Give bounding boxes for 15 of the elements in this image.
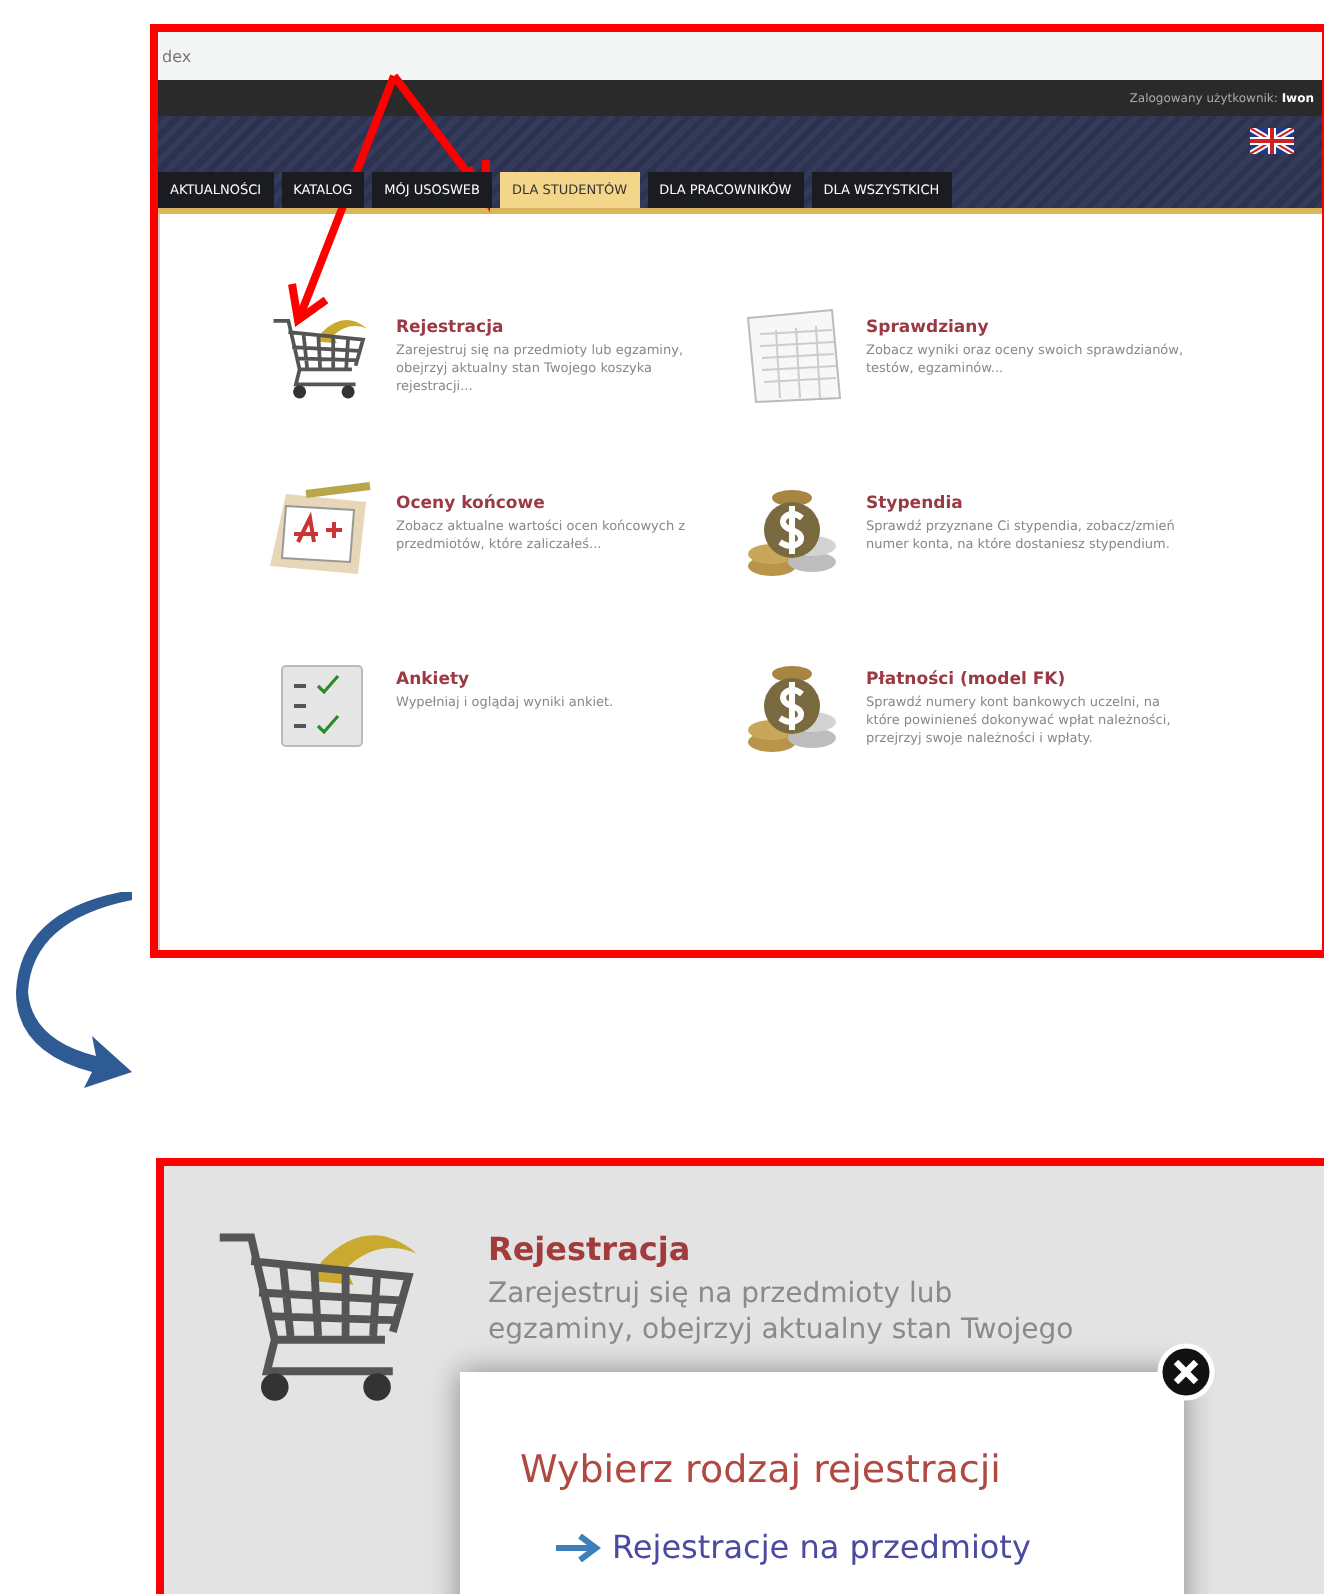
registration-link[interactable]: Rejestracje na przedmioty: [556, 1528, 1184, 1566]
address-bar[interactable]: dex: [158, 32, 1322, 80]
close-icon[interactable]: [1156, 1342, 1216, 1402]
tile-title-link[interactable]: Sprawdziany: [866, 318, 1186, 338]
flag-icon[interactable]: [1250, 128, 1294, 154]
dialog-title: Wybierz rodzaj rejestracji: [520, 1448, 1003, 1492]
tile-title-link[interactable]: Rejestracja: [396, 318, 716, 338]
tile-title-link[interactable]: Płatności (model FK): [866, 670, 1186, 690]
arrow-right-icon: [556, 1533, 604, 1561]
tile-description: Zarejestruj się na przedmioty lub egzaminy, obejrzyj aktualny stan Twojego: [488, 1276, 1076, 1349]
tile-title-link[interactable]: Rejestracja: [488, 1230, 1088, 1268]
tile-title-link[interactable]: Oceny końcowe: [396, 494, 716, 514]
tile-title-link[interactable]: Ankiety: [396, 670, 716, 690]
curved-arrow-icon: [12, 892, 136, 1092]
tile-title-link[interactable]: Stypendia: [866, 494, 1186, 514]
